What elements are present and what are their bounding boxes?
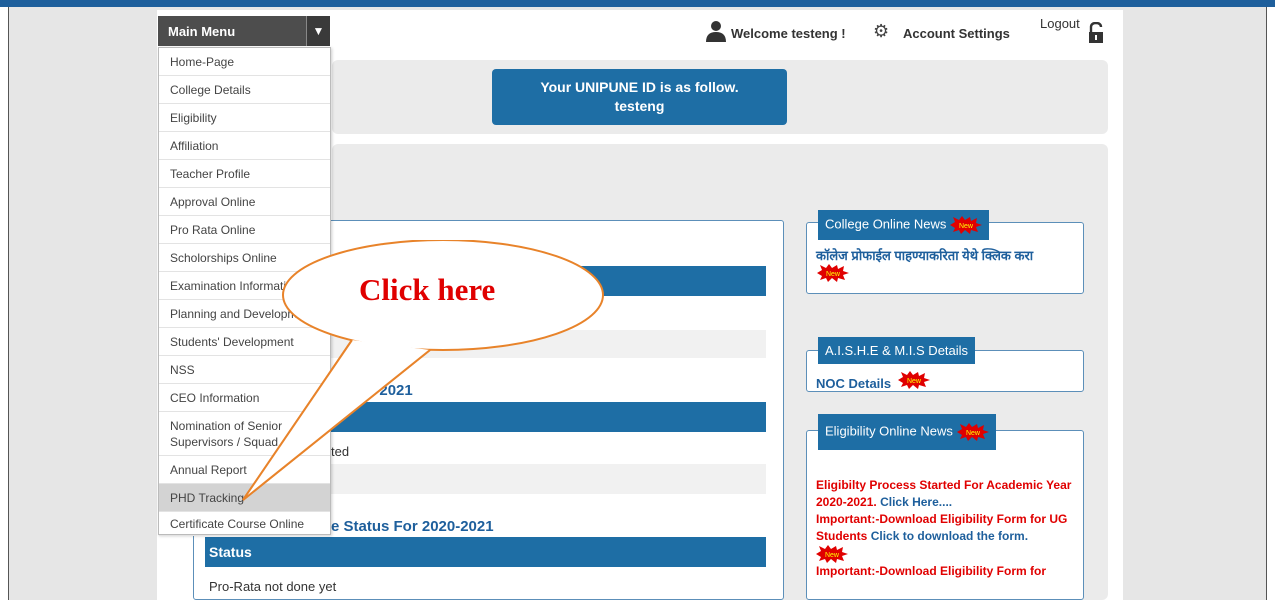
menu-item[interactable]: Pro Rata Online: [159, 216, 330, 244]
download-form-link[interactable]: Click to download the form.: [871, 529, 1028, 543]
account-settings-link[interactable]: Account Settings: [903, 26, 1010, 41]
status-value: Pro-Rata not done yet: [209, 579, 337, 594]
chevron-down-icon[interactable]: ▼: [306, 16, 330, 46]
menu-item[interactable]: NSS: [159, 356, 330, 384]
new-badge-icon: New: [956, 423, 989, 441]
callout-text: Click here: [359, 272, 496, 307]
menu-item[interactable]: Nomination of Senior Supervisors / Squad: [159, 412, 330, 456]
menu-item[interactable]: Affiliation: [159, 132, 330, 160]
user-icon: [706, 21, 726, 42]
aishe-title: A.I.S.H.E & M.I.S Details: [825, 343, 969, 358]
menu-item[interactable]: PHD Tracking: [159, 484, 330, 512]
college-news-title: College Online News: [825, 216, 947, 232]
menu-item[interactable]: Annual Report: [159, 456, 330, 484]
menu-item[interactable]: Approval Online: [159, 188, 330, 216]
id-box-heading: Your UNIPUNE ID is as follow.: [540, 79, 739, 95]
status-header-label: Status: [209, 544, 252, 560]
click-here-link[interactable]: Click Here....: [880, 495, 952, 509]
new-badge-text: New: [959, 223, 974, 230]
noc-details-link[interactable]: NOC Details: [816, 376, 891, 391]
menu-item[interactable]: Planning and Development: [159, 300, 330, 328]
menu-item[interactable]: College Details: [159, 76, 330, 104]
menu-item[interactable]: Home-Page: [159, 48, 330, 76]
menu-item[interactable]: Students' Development: [159, 328, 330, 356]
main-menu-button[interactable]: Main Menu ▼: [158, 16, 330, 46]
menu-item[interactable]: Certificate Course Online: [159, 512, 330, 536]
new-badge-icon: New: [816, 545, 848, 563]
top-accent-bar: [0, 0, 1275, 7]
main-menu-label: Main Menu: [168, 24, 236, 39]
new-badge-icon: New: [898, 371, 930, 389]
section-title-2: e Status For 2020-2021: [331, 518, 494, 535]
menu-item[interactable]: Scholorships Online: [159, 244, 330, 272]
college-news-header: College Online News New: [818, 210, 990, 240]
list-item: Eligibilty Process Started For Academic …: [816, 477, 1078, 511]
new-badge-text: New: [966, 430, 981, 437]
new-badge-icon: New: [950, 216, 983, 234]
menu-item[interactable]: Teacher Profile: [159, 160, 330, 188]
section-title-1: r 2020-2021: [331, 382, 413, 399]
logout-link[interactable]: Logout: [1040, 16, 1080, 31]
section1-cell: ted: [331, 444, 350, 459]
menu-item[interactable]: Examination Information: [159, 272, 330, 300]
eligibility-news-header: Eligibility Online News New: [818, 414, 996, 450]
aishe-header: A.I.S.H.E & M.I.S Details: [818, 337, 976, 364]
unlock-icon[interactable]: [1087, 22, 1105, 44]
main-menu-dropdown: Home-Page College Details Eligibility Affil…: [158, 47, 331, 536]
menu-item[interactable]: CEO Information: [159, 384, 330, 412]
eligibility-news-list: Eligibilty Process Started For Academic …: [816, 477, 1078, 580]
new-badge-icon: New: [817, 264, 849, 282]
gear-icon[interactable]: ⚙: [873, 22, 891, 40]
menu-item[interactable]: Eligibility: [159, 104, 330, 132]
status-header: Status: [205, 537, 766, 567]
eligibility-news-item3: Important:-Download Eligibility Form for: [816, 564, 1046, 578]
id-box-value: testeng: [614, 98, 665, 114]
new-badge-text: New: [825, 552, 840, 559]
college-profile-link[interactable]: कॉलेज प्रोफाईल पाहण्याकरिता येथे क्लिक क…: [816, 246, 1076, 264]
welcome-text: Welcome testeng !: [731, 26, 846, 41]
new-badge-text: New: [826, 271, 841, 278]
list-item: Important:-Download Eligibility Form for: [816, 563, 1078, 580]
eligibility-news-title: Eligibility Online News: [825, 423, 953, 439]
unipune-id-box: Your UNIPUNE ID is as follow. testeng: [492, 69, 787, 125]
list-item: Important:-Download Eligibility Form for…: [816, 511, 1078, 545]
new-badge-text: New: [907, 378, 922, 385]
